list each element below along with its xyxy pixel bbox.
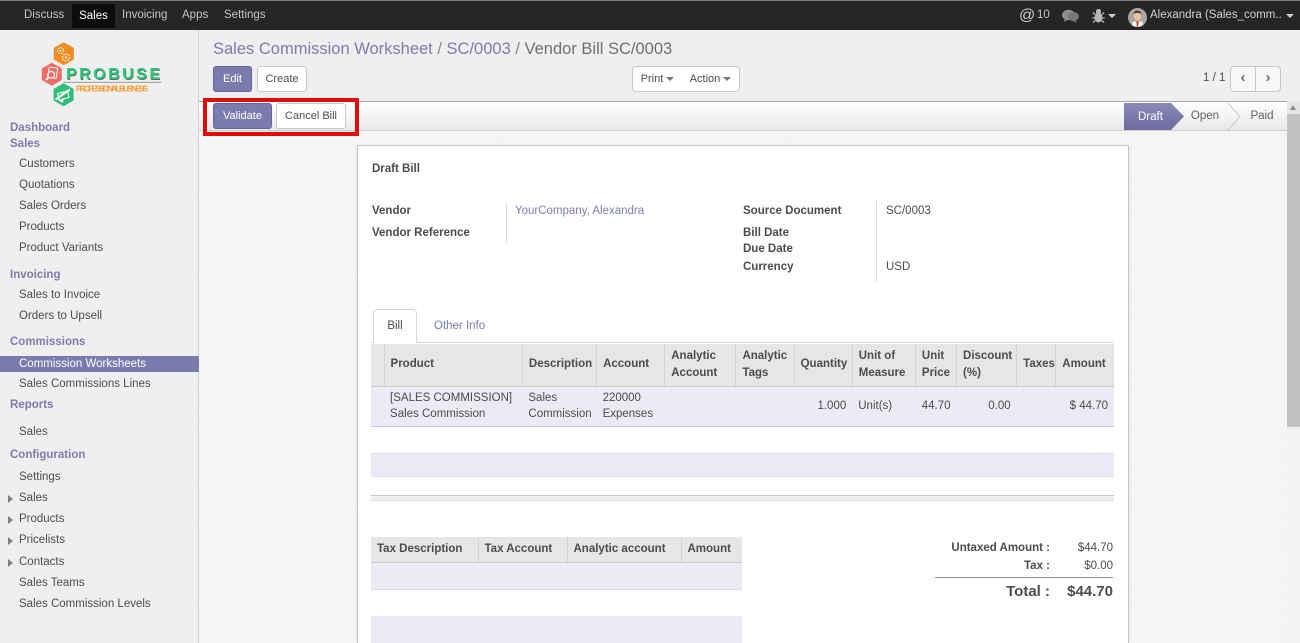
svg-text:PROFESSIONAL BUSINESS: PROFESSIONAL BUSINESS	[76, 85, 149, 94]
svg-text:PROBUSE: PROBUSE	[66, 66, 160, 83]
